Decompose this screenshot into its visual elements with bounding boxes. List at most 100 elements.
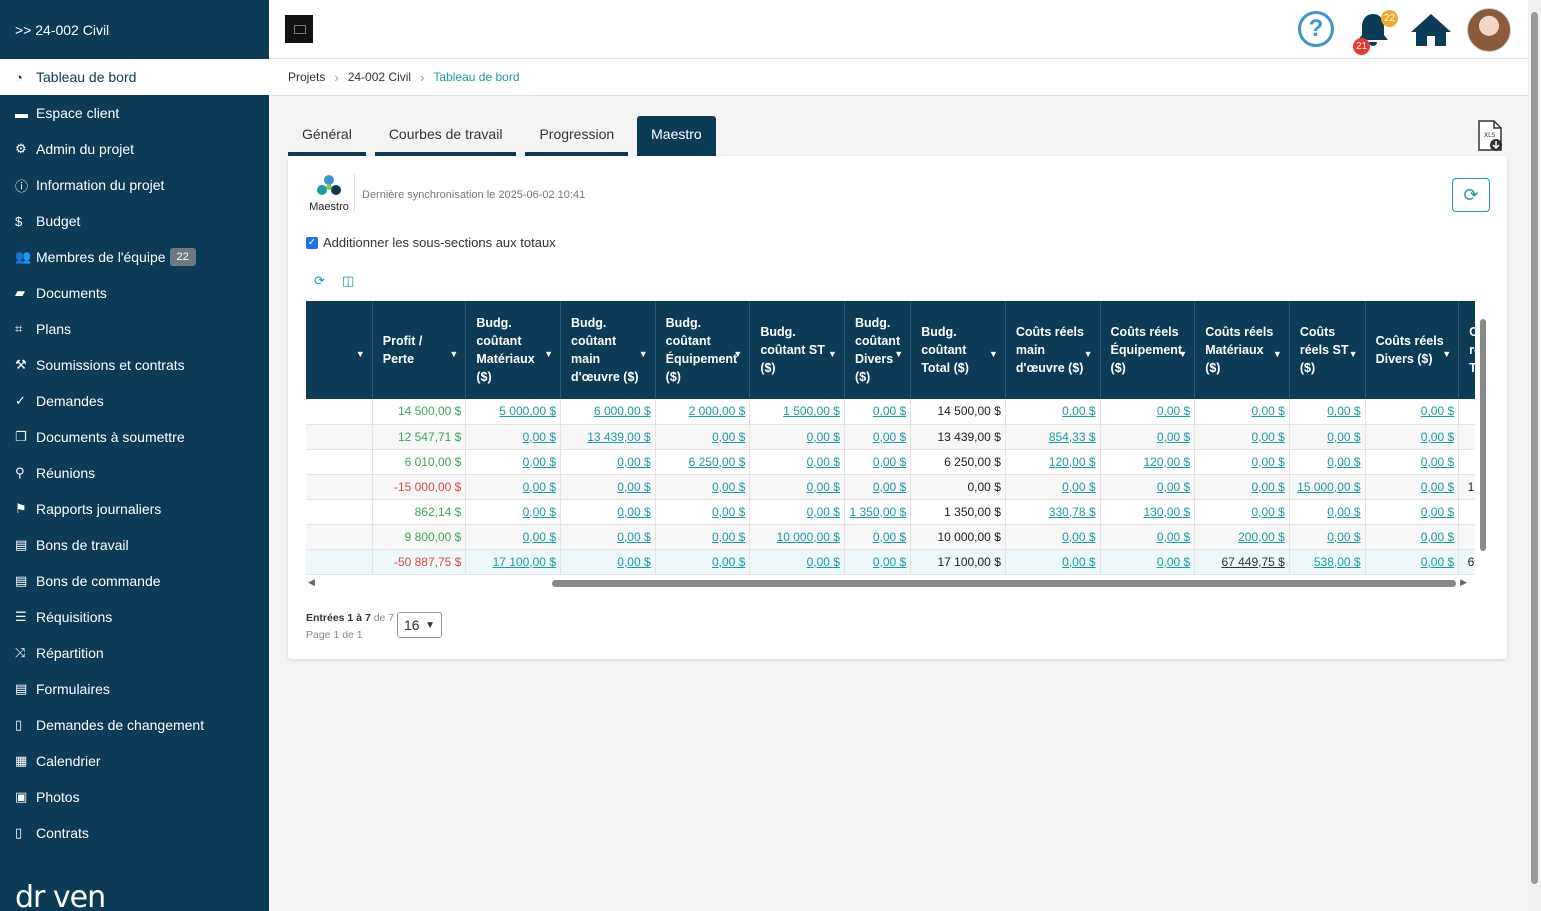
table-cell[interactable]: 0,00 $ <box>1005 524 1101 550</box>
column-header[interactable]: Coûts réels Équipement ($) ▼ <box>1100 301 1196 399</box>
table-cell[interactable]: 0,00 $ <box>844 424 912 450</box>
column-chooser-icon[interactable]: ◫ <box>342 273 354 289</box>
table-cell[interactable]: 0,00 $ <box>655 424 751 450</box>
sidebar-item-bons-de-travail[interactable]: ▤ Bons de travail <box>0 527 269 563</box>
table-cell[interactable]: 0,00 $ <box>1100 424 1196 450</box>
sort-caret-icon[interactable]: ▼ <box>1349 345 1358 363</box>
checkbox-checked-icon[interactable]: ✓ <box>306 236 318 249</box>
sidebar-item-information-du-projet[interactable]: ⓘ Information du projet <box>0 167 269 203</box>
table-cell[interactable]: 0,00 $ <box>560 449 656 475</box>
sidebar-item-documents-à-soumettre[interactable]: ❐ Documents à soumettre <box>0 419 269 455</box>
table-cell[interactable]: 6 000,00 $ <box>560 399 656 425</box>
tab-work-curves[interactable]: Courbes de travail <box>374 116 517 156</box>
table-cell[interactable]: 120,00 $ <box>1005 449 1101 475</box>
column-header[interactable]: Budg. coûtant main d'œuvre ($) ▼ <box>560 301 656 399</box>
table-cell[interactable]: 0,00 $ <box>560 499 656 525</box>
tab-progression[interactable]: Progression <box>525 116 629 156</box>
sort-caret-icon[interactable]: ▼ <box>733 345 742 363</box>
sidebar-item-bons-de-commande[interactable]: ▤ Bons de commande <box>0 563 269 599</box>
column-header[interactable]: Budg. coûtant Divers ($) ▼ <box>844 301 912 399</box>
table-cell[interactable]: 0,00 $ <box>1365 399 1460 425</box>
column-header[interactable]: Coûts réels main d'œuvre ($) ▼ <box>1005 301 1101 399</box>
table-cell[interactable]: 0,00 $ <box>465 474 561 500</box>
sort-caret-icon[interactable]: ▼ <box>1178 345 1187 363</box>
table-cell[interactable]: 538,00 $ <box>1289 549 1366 575</box>
sidebar-item-photos[interactable]: ▣ Photos <box>0 779 269 815</box>
table-cell[interactable]: 0,00 $ <box>655 499 751 525</box>
tab-general[interactable]: Général <box>288 116 366 156</box>
column-header[interactable]: Coûts réels ST ($) ▼ <box>1289 301 1366 399</box>
table-cell[interactable]: 0,00 $ <box>1289 424 1366 450</box>
table-cell[interactable]: 0,00 $ <box>749 499 845 525</box>
sort-caret-icon[interactable]: ▼ <box>894 345 903 363</box>
table-cell[interactable]: 330,78 $ <box>1005 499 1101 525</box>
table-cell[interactable]: 854,33 $ <box>1005 424 1101 450</box>
table-cell[interactable]: 0,00 $ <box>655 524 751 550</box>
table-cell[interactable]: 17 100,00 $ <box>465 549 561 575</box>
home-icon[interactable] <box>1409 12 1453 48</box>
table-cell[interactable]: 0,00 $ <box>1005 549 1101 575</box>
column-header[interactable]: Budg. coûtant ST ($) ▼ <box>749 301 845 399</box>
sidebar-item-calendrier[interactable]: ▦ Calendrier <box>0 743 269 779</box>
notifications-bell-icon[interactable]: 21 22 <box>1353 10 1398 55</box>
sort-caret-icon[interactable]: ▼ <box>828 345 837 363</box>
sidebar-item-soumissions-et-contrats[interactable]: ⚒ Soumissions et contrats <box>0 347 269 383</box>
sort-caret-icon[interactable]: ▼ <box>989 345 998 363</box>
sidebar-item-budget[interactable]: $ Budget <box>0 203 269 239</box>
column-header[interactable]: Coûts réels Divers ($) ▼ <box>1365 301 1460 399</box>
table-cell[interactable]: 0,00 $ <box>1100 399 1196 425</box>
sidebar-item-demandes-de-changement[interactable]: ▯ Demandes de changement <box>0 707 269 743</box>
table-cell[interactable]: 0,00 $ <box>1365 474 1460 500</box>
scroll-thumb[interactable] <box>552 580 1456 587</box>
sort-caret-icon[interactable]: ▼ <box>1084 345 1093 363</box>
table-cell[interactable]: 10 000,00 $ <box>749 524 845 550</box>
sidebar-item-demandes[interactable]: ✓ Demandes <box>0 383 269 419</box>
sync-refresh-button[interactable]: ⟳ <box>1452 178 1490 212</box>
table-cell[interactable]: 0,00 $ <box>844 524 912 550</box>
table-cell[interactable]: 0,00 $ <box>560 549 656 575</box>
sidebar-item-documents[interactable]: ▰ Documents <box>0 275 269 311</box>
sidebar-item-plans[interactable]: ⌗ Plans <box>0 311 269 347</box>
table-cell[interactable]: 120,00 $ <box>1100 449 1196 475</box>
page-scrollbar[interactable] <box>1528 0 1541 911</box>
table-cell[interactable]: 0,00 $ <box>655 549 751 575</box>
scroll-left-icon[interactable]: ◀ <box>308 577 315 588</box>
table-cell[interactable]: 0,00 $ <box>1365 549 1460 575</box>
table-cell[interactable]: 0,00 $ <box>1194 424 1290 450</box>
table-cell[interactable]: 1 500,00 $ <box>749 399 845 425</box>
table-cell[interactable]: 0,00 $ <box>749 449 845 475</box>
table-horizontal-scrollbar[interactable]: ◀ ▶ <box>306 577 1475 589</box>
table-cell[interactable]: 13 439,00 $ <box>560 424 656 450</box>
table-cell[interactable]: 0,00 $ <box>1194 474 1290 500</box>
table-cell[interactable]: 130,00 $ <box>1100 499 1196 525</box>
sidebar-item-réunions[interactable]: ⚲ Réunions <box>0 455 269 491</box>
sidebar-item-rapports-journaliers[interactable]: ⚑ Rapports journaliers <box>0 491 269 527</box>
sidebar-item-réquisitions[interactable]: ☰ Réquisitions <box>0 599 269 635</box>
table-cell[interactable]: 0,00 $ <box>1289 524 1366 550</box>
sum-subsections-checkbox[interactable]: ✓ Additionner les sous-sections aux tota… <box>306 235 556 250</box>
table-cell[interactable]: 0,00 $ <box>1194 399 1290 425</box>
table-cell[interactable]: 0,00 $ <box>560 524 656 550</box>
table-cell[interactable]: 0,00 $ <box>1005 474 1101 500</box>
table-cell[interactable]: 0,00 $ <box>465 499 561 525</box>
table-cell[interactable]: 0,00 $ <box>1289 499 1366 525</box>
table-cell[interactable]: 2 000,00 $ <box>655 399 751 425</box>
project-title[interactable]: >> 24-002 Civil <box>0 0 269 59</box>
scroll-right-icon[interactable]: ▶ <box>1460 577 1467 588</box>
table-cell[interactable]: 5 000,00 $ <box>465 399 561 425</box>
sidebar-item-espace-client[interactable]: ▬ Espace client <box>0 95 269 131</box>
table-cell[interactable]: 200,00 $ <box>1194 524 1290 550</box>
column-header[interactable]: Budg. coûtant Matériaux ($) ▼ <box>465 301 561 399</box>
column-header[interactable]: Budg. coûtant Total ($) ▼ <box>910 301 1006 399</box>
column-header[interactable]: ▼ <box>306 301 373 399</box>
table-cell[interactable]: 0,00 $ <box>1194 499 1290 525</box>
table-cell[interactable]: 0,00 $ <box>1289 399 1366 425</box>
table-refresh-icon[interactable]: ⟳ <box>314 273 325 289</box>
table-cell[interactable]: 0,00 $ <box>1194 449 1290 475</box>
table-cell[interactable]: 0,00 $ <box>844 474 912 500</box>
table-cell[interactable]: 0,00 $ <box>1100 474 1196 500</box>
page-size-select[interactable]: 16 ▼ <box>397 612 442 638</box>
table-cell[interactable]: 0,00 $ <box>1365 424 1460 450</box>
table-cell[interactable]: 0,00 $ <box>560 474 656 500</box>
table-cell[interactable]: 0,00 $ <box>1100 549 1196 575</box>
